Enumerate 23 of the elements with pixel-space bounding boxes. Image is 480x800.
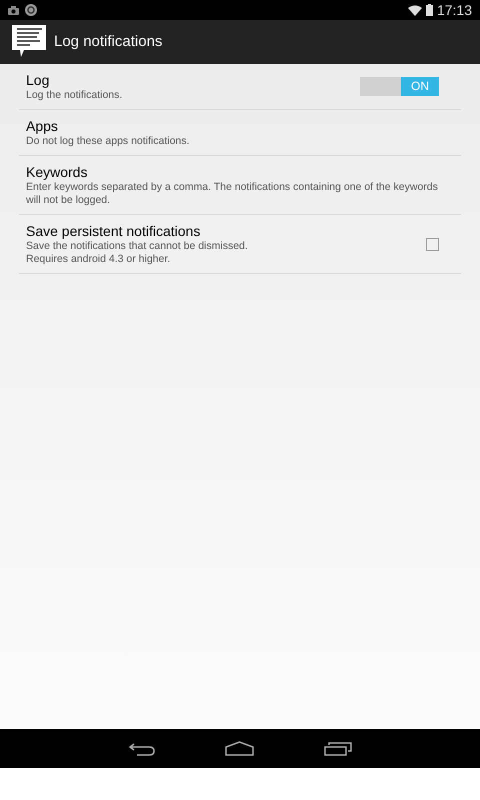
settings-row[interactable]: Apps Do not log these apps notifications. — [19, 110, 461, 156]
settings-row[interactable]: Save persistent notifications Save the notifications that cannot be dismissed. Requires android 4.3 or higher. — [19, 215, 461, 274]
setting-title: Keywords — [26, 163, 88, 181]
setting-summary: Save the notifications that cannot be dismissed. Requires android 4.3 or higher. — [26, 240, 249, 266]
back-icon[interactable] — [128, 742, 154, 756]
settings-row[interactable]: Keywords Enter keywords separated by a comma. The notifications containing one of the keywords will not be logged. — [19, 156, 461, 215]
camera-icon — [8, 5, 19, 15]
circle-icon — [25, 4, 37, 16]
setting-summary: Do not log these apps notifications. — [26, 135, 190, 148]
clock: 17:13 — [436, 0, 472, 20]
recent-apps-icon[interactable] — [324, 741, 352, 756]
setting-title: Apps — [26, 117, 59, 135]
setting-summary: Enter keywords separated by a comma. The notifications containing one of the keywords will not be logged. — [26, 181, 439, 207]
setting-summary: Log the notifications. — [26, 89, 124, 102]
app-title: Log notifications — [54, 32, 162, 52]
wifi-icon — [408, 4, 422, 16]
checkbox[interactable] — [426, 238, 439, 250]
battery-icon — [426, 4, 433, 16]
settings-row[interactable]: Log Log the notifications. ON — [19, 64, 461, 110]
setting-title: Log — [26, 71, 50, 89]
notes-icon — [12, 25, 46, 59]
setting-title: Save persistent notifications — [26, 222, 202, 240]
home-icon[interactable] — [224, 741, 254, 756]
